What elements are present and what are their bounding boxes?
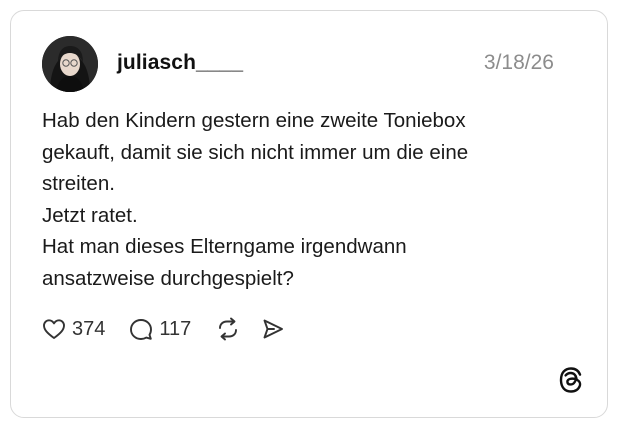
action-bar: 374 117 (42, 314, 285, 344)
reply-count: 117 (159, 317, 192, 340)
post-text-line: Jetzt ratet. (42, 203, 138, 227)
share-button[interactable] (261, 317, 285, 341)
reply-button[interactable]: 117 (129, 317, 191, 341)
like-count: 374 (72, 317, 106, 340)
post-date: 3/18/26 (483, 51, 554, 74)
heart-icon (42, 318, 66, 340)
repost-button[interactable] (215, 317, 241, 341)
send-icon (261, 317, 285, 341)
threads-logo-icon[interactable] (559, 367, 583, 393)
username[interactable]: juliasch____ (117, 51, 243, 75)
repost-icon (215, 317, 241, 341)
post-text-line: Hat man dieses Elterngame irgendwann (42, 235, 407, 258)
post-text: Hab den Kindern gestern eine zweite Toni… (42, 105, 582, 294)
post-text-line: gekauft, damit sie sich nicht immer um d… (42, 140, 469, 164)
avatar[interactable] (42, 36, 98, 92)
post-card: juliasch____ 3/18/26 Hab den Kindern ges… (10, 10, 608, 418)
avatar-photo (42, 36, 98, 92)
speech-bubble-icon (129, 317, 153, 341)
post-text-line: streiten. (42, 172, 115, 195)
post-text-line: Hab den Kindern gestern eine zweite Toni… (42, 109, 466, 132)
post-text-line: ansatzweise durchgespielt? (42, 266, 294, 290)
like-button[interactable]: 374 (42, 318, 105, 341)
